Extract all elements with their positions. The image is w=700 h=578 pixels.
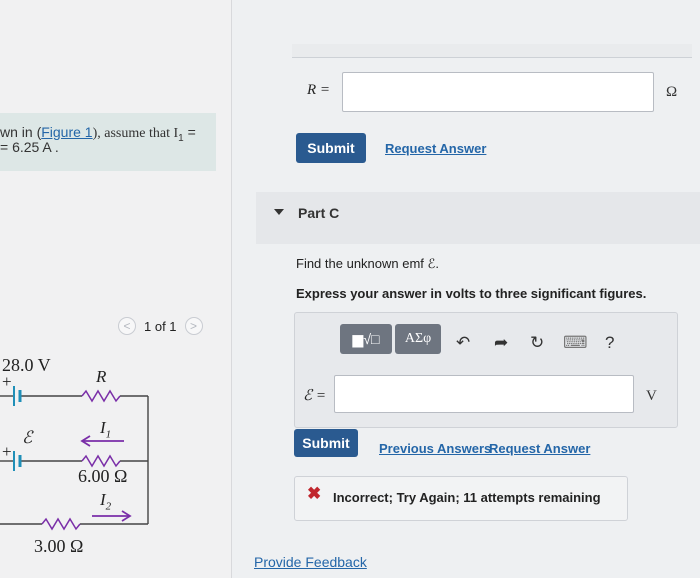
ohm-unit: Ω	[666, 84, 678, 100]
part-c-prompt: Find the unknown emf ℰ.	[296, 256, 439, 271]
circuit-diagram	[0, 386, 149, 531]
part-c-title[interactable]: Part C	[298, 205, 339, 221]
incorrect-icon: ✖	[307, 484, 322, 503]
plus-sign-bottom: +	[2, 442, 12, 461]
resistor-6-label: 6.00 Ω	[78, 466, 128, 486]
resistor-r-label: R	[96, 367, 107, 386]
circuit-wires	[0, 395, 149, 525]
volt-unit: V	[646, 388, 657, 404]
request-answer-b[interactable]: Request Answer	[385, 141, 486, 156]
caret-down-icon[interactable]	[274, 209, 284, 215]
emf-label: ℰ	[22, 428, 33, 447]
request-answer-c[interactable]: Request Answer	[489, 441, 590, 456]
battery-icon	[13, 386, 22, 471]
undo-icon[interactable]: ↶	[456, 333, 470, 353]
submit-button-c[interactable]: Submit	[294, 429, 358, 457]
reset-icon[interactable]: ↻	[530, 333, 544, 353]
r-label: R =	[307, 82, 331, 98]
emf-input[interactable]	[334, 375, 634, 413]
provide-feedback-link[interactable]: Provide Feedback	[254, 554, 367, 570]
r-input[interactable]	[342, 72, 654, 112]
current-i1-label: I1	[100, 418, 111, 440]
current-i1-sub: 1	[105, 428, 112, 441]
top-strip	[292, 44, 692, 58]
submit-button-b[interactable]: Submit	[296, 133, 366, 163]
redo-icon[interactable]: ➦	[494, 333, 508, 353]
current-i2-label: I2	[100, 490, 111, 512]
help-icon[interactable]: ?	[605, 333, 614, 353]
plus-sign-top: +	[2, 372, 12, 391]
part-c-instruction: Express your answer in volts to three si…	[296, 286, 647, 301]
previous-answers-link[interactable]: Previous Answers	[379, 441, 491, 456]
resistor-3-label: 3.00 Ω	[34, 536, 84, 556]
templates-button[interactable]: ▆√□	[340, 324, 392, 354]
emf-input-label: ℰ =	[303, 388, 326, 404]
symbols-button[interactable]: ΑΣφ	[395, 324, 441, 354]
current-i2-sub: 2	[105, 500, 112, 513]
feedback-text: Incorrect; Try Again; 11 attempts remain…	[333, 490, 601, 505]
keyboard-icon[interactable]: ⌨	[563, 333, 588, 353]
